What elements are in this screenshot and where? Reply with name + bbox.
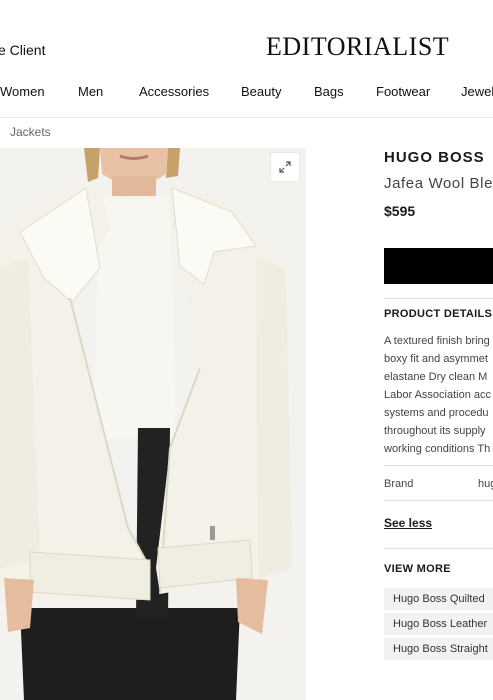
breadcrumb[interactable]: Jackets: [10, 125, 51, 139]
view-more-chip[interactable]: Hugo Boss Leather: [384, 613, 493, 635]
expand-image-button[interactable]: [270, 152, 300, 182]
detail-line: systems and procedu: [384, 407, 489, 419]
nav-item-beauty[interactable]: Beauty: [241, 84, 281, 99]
detail-line: elastane Dry clean M: [384, 371, 488, 383]
expand-icon: [279, 161, 291, 173]
detail-line: working conditions Th: [384, 443, 491, 455]
product-name: Jafea Wool Ble: [384, 175, 493, 192]
detail-line: Labor Association acc: [384, 389, 492, 401]
nav-item-footwear[interactable]: Footwear: [376, 84, 430, 99]
product-details-title: PRODUCT DETAILS: [384, 308, 493, 320]
header-divider: [0, 117, 493, 118]
attributes-divider: [384, 465, 493, 466]
details-divider: [384, 298, 493, 299]
site-logo[interactable]: EDITORIALIST: [266, 32, 449, 62]
attributes-bottom-divider: [384, 500, 493, 501]
product-price: $595: [384, 203, 416, 219]
detail-line: boxy fit and asymmet: [384, 353, 488, 365]
detail-line: A textured finish bring: [384, 335, 490, 347]
view-more-title: VIEW MORE: [384, 563, 451, 575]
product-photo: [0, 148, 306, 700]
see-less-link[interactable]: See less: [384, 516, 432, 530]
view-more-divider: [384, 548, 493, 549]
view-more-chip[interactable]: Hugo Boss Straight: [384, 638, 493, 660]
nav-item-bags[interactable]: Bags: [314, 84, 344, 99]
product-page: e Client EDITORIALIST Women Men Accessor…: [0, 0, 493, 700]
view-more-chip[interactable]: Hugo Boss Quilted: [384, 588, 493, 610]
brand-attribute-label: Brand: [384, 478, 414, 490]
product-image[interactable]: [0, 148, 306, 700]
nav-item-women[interactable]: Women: [0, 84, 45, 99]
product-brand[interactable]: HUGO BOSS: [384, 149, 485, 166]
nav-item-men[interactable]: Men: [78, 84, 103, 99]
nav-item-jewelry[interactable]: Jewel: [461, 84, 493, 99]
brand-attribute-value[interactable]: hug: [478, 478, 493, 490]
client-link[interactable]: e Client: [0, 42, 45, 58]
main-nav: Women Men Accessories Beauty Bags Footwe…: [0, 84, 493, 104]
detail-line: throughout its supply: [384, 425, 486, 437]
nav-item-accessories[interactable]: Accessories: [139, 84, 209, 99]
buy-button[interactable]: [384, 248, 493, 284]
